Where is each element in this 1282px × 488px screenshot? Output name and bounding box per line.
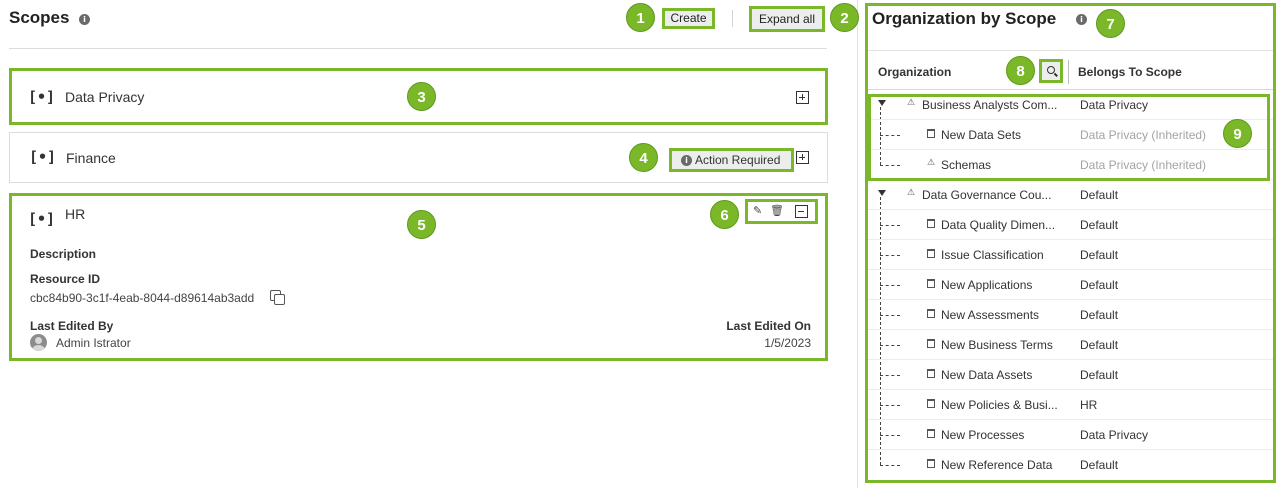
scope-bracket-icon: [•] <box>29 148 57 166</box>
create-button[interactable]: Create <box>662 8 715 29</box>
tree-row[interactable]: New Reference Data Default <box>868 450 1273 480</box>
action-required-label: Action Required <box>695 153 781 167</box>
tree-row[interactable]: New Processes Data Privacy <box>868 420 1273 450</box>
copy-icon[interactable] <box>274 294 285 305</box>
org-name: Data Quality Dimen... <box>941 218 1056 232</box>
scope-name: Data Privacy <box>65 89 145 105</box>
scope-bracket-icon: [•] <box>28 88 56 106</box>
expand-icon[interactable] <box>796 151 809 164</box>
last-edited-by-value: Admin Istrator <box>56 336 131 350</box>
pencil-icon[interactable]: ✎ <box>753 204 762 217</box>
scope-value: HR <box>1080 398 1098 412</box>
last-edited-by-label: Last Edited By <box>30 319 114 333</box>
org-name: New Reference Data <box>941 458 1053 472</box>
scope-value: Default <box>1080 188 1119 202</box>
expand-all-button[interactable]: Expand all <box>749 6 825 32</box>
resource-id-value: cbc84b90-3c1f-4eab-8044-d89614ab3add <box>30 291 255 305</box>
card-toolbar: ✎ 🗑 <box>745 199 818 224</box>
last-edited-on-value: 1/5/2023 <box>764 336 811 350</box>
domain-icon <box>927 219 935 228</box>
org-name: Data Governance Cou... <box>922 188 1052 202</box>
tree-row[interactable]: New Data Assets Default <box>868 360 1273 390</box>
minus-box-icon[interactable] <box>795 205 808 218</box>
scope-value: Default <box>1080 368 1119 382</box>
avatar <box>30 334 47 351</box>
triangle-down-icon[interactable] <box>878 190 886 196</box>
tree-row[interactable]: New Business Terms Default <box>868 330 1273 360</box>
domain-icon <box>927 279 935 288</box>
org-name: New Policies & Busi... <box>941 398 1058 412</box>
info-icon: i <box>681 155 692 167</box>
org-name: New Data Assets <box>941 368 1033 382</box>
callout-badge: 8 <box>1006 56 1035 85</box>
org-name: New Assessments <box>941 308 1040 322</box>
scope-name: HR <box>65 206 86 222</box>
scope-value: Default <box>1080 338 1119 352</box>
scopes-panel: Scopes i Create Expand all [•] Data Priv… <box>0 0 850 488</box>
org-name: New Applications <box>941 278 1033 292</box>
callout-badge: 7 <box>1096 9 1125 38</box>
trash-icon[interactable]: 🗑 <box>770 204 784 217</box>
tree-row[interactable]: New Applications Default <box>868 270 1273 300</box>
tree-row[interactable]: ⚠ Data Governance Cou... Default <box>868 180 1273 210</box>
domain-icon <box>927 429 935 438</box>
scope-value: Data Privacy <box>1080 428 1149 442</box>
scope-value: Default <box>1080 308 1119 322</box>
domain-icon <box>927 369 935 378</box>
column-header-organization[interactable]: Organization <box>878 65 951 79</box>
divider <box>732 10 733 27</box>
divider <box>868 50 1273 51</box>
scope-value: Default <box>1080 218 1119 232</box>
expand-icon[interactable] <box>796 91 809 104</box>
description-label: Description <box>30 247 97 261</box>
org-name: New Processes <box>941 428 1025 442</box>
callout-badge: 6 <box>710 200 739 229</box>
tree-row[interactable]: New Policies & Busi... HR <box>868 390 1273 420</box>
domain-icon <box>927 339 935 348</box>
page-title: Scopes <box>9 8 70 27</box>
callout-badge: 4 <box>629 143 658 172</box>
callout-badge: 9 <box>1223 119 1252 148</box>
callout-badge: 1 <box>626 3 655 32</box>
tree-row[interactable]: New Assessments Default <box>868 300 1273 330</box>
tree-row[interactable]: Data Quality Dimen... Default <box>868 210 1273 240</box>
domain-icon <box>927 309 935 318</box>
callout-badge: 3 <box>407 82 436 111</box>
search-button[interactable] <box>1039 59 1063 83</box>
resource-id-label: Resource ID <box>30 272 101 286</box>
search-icon <box>1047 66 1055 74</box>
scope-value: Default <box>1080 458 1119 472</box>
domain-icon <box>927 249 935 258</box>
info-icon[interactable]: i <box>79 14 90 25</box>
domain-icon <box>927 399 935 408</box>
domain-icon <box>927 459 935 468</box>
action-required-badge[interactable]: i Action Required <box>669 148 794 172</box>
group-highlight-frame <box>868 94 1270 181</box>
scope-card-finance[interactable]: [•] Finance i Action Required <box>9 132 828 183</box>
org-name: Issue Classification <box>941 248 1044 262</box>
column-header-scope[interactable]: Belongs To Scope <box>1078 65 1182 79</box>
community-icon: ⚠ <box>907 188 916 198</box>
callout-badge: 2 <box>830 3 859 32</box>
tree-row[interactable]: Issue Classification Default <box>868 240 1273 270</box>
last-edited-on-label: Last Edited On <box>726 319 811 333</box>
org-name: New Business Terms <box>941 338 1053 352</box>
scope-value: Default <box>1080 278 1119 292</box>
callout-badge: 5 <box>407 210 436 239</box>
scope-name: Finance <box>66 150 116 166</box>
scope-bracket-icon: [•] <box>28 210 56 228</box>
column-separator[interactable] <box>1068 60 1069 84</box>
info-icon[interactable]: i <box>1076 14 1087 25</box>
divider <box>9 48 827 49</box>
scope-value: Default <box>1080 248 1119 262</box>
org-title: Organization by Scope <box>872 9 1057 28</box>
